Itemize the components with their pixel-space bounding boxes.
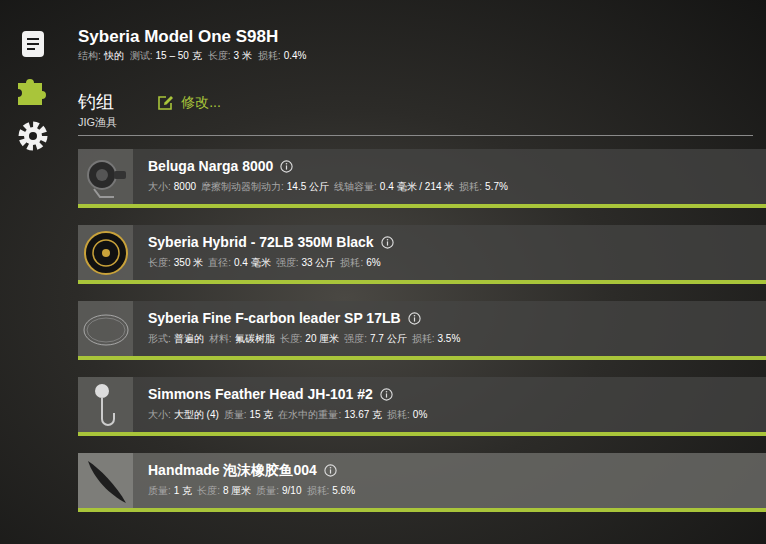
tackle-screen: Syberia Model One S98H 结构:快的测试:15 – 50 克… — [0, 0, 766, 544]
puzzle-icon — [16, 73, 50, 107]
sidebar-item[interactable] — [15, 72, 51, 108]
rig-subtitle: JIG渔具 — [78, 115, 117, 129]
sidebar-item[interactable] — [15, 26, 51, 62]
sidebar — [0, 0, 66, 544]
condition-bar — [78, 204, 766, 208]
reel-icon — [80, 151, 132, 203]
thumbnail — [78, 377, 133, 432]
rig-title: 钓组 — [78, 91, 117, 113]
leader-icon — [80, 303, 132, 355]
info-icon[interactable] — [380, 388, 393, 401]
info-icon[interactable] — [381, 236, 394, 249]
jig-head-icon — [80, 379, 132, 431]
rig-header: 钓组 JIG渔具 修改... — [78, 91, 753, 136]
spec: 测试:15 – 50 克 — [130, 49, 202, 63]
info-icon[interactable] — [280, 160, 293, 173]
spec: 损耗:0.4% — [258, 49, 307, 63]
condition-bar — [78, 356, 766, 360]
tackle-name: Syberia Hybrid - 72LB 350M Black — [148, 233, 374, 251]
tackle-specs: 形式:普遍的材料:氟碳树脂长度:20 厘米强度:7.7 公斤损耗:3.5% — [148, 332, 460, 345]
tackle-card[interactable]: Syberia Hybrid - 72LB 350M Black 长度:350 … — [78, 225, 766, 284]
rod-specs: 结构:快的测试:15 – 50 克长度:3 米损耗:0.4% — [78, 49, 766, 63]
edit-icon — [157, 95, 175, 111]
spec: 长度:3 米 — [208, 49, 252, 63]
tackle-card[interactable]: Syberia Fine F-carbon leader SP 17LB 形式:… — [78, 301, 766, 360]
edit-button[interactable]: 修改... — [157, 94, 221, 112]
tackle-name: Syberia Fine F-carbon leader SP 17LB — [148, 309, 401, 327]
tackle-specs: 长度:350 米直径:0.4 毫米强度:33 公斤损耗:6% — [148, 256, 394, 269]
tackle-card[interactable]: Handmade 泡沫橡胶鱼004 质量:1 克长度:8 厘米质量:9/10损耗… — [78, 453, 766, 512]
tackle-specs: 大小:8000摩擦制动器制动力:14.5 公斤线轴容量:0.4 毫米 / 214… — [148, 180, 508, 193]
lure-icon — [80, 455, 132, 507]
spec: 结构:快的 — [78, 49, 124, 63]
thumbnail — [78, 149, 133, 204]
tackle-name: Simmons Feather Head JH-101 #2 — [148, 385, 373, 403]
tackle-name: Handmade 泡沫橡胶鱼004 — [148, 461, 317, 479]
sidebar-item[interactable] — [15, 118, 51, 154]
info-icon[interactable] — [408, 312, 421, 325]
main-panel: Syberia Model One S98H 结构:快的测试:15 – 50 克… — [66, 0, 766, 544]
tackle-name: Beluga Narga 8000 — [148, 157, 273, 175]
thumbnail — [78, 225, 133, 280]
condition-bar — [78, 432, 766, 436]
gear-icon — [17, 120, 49, 152]
thumbnail — [78, 453, 133, 508]
document-icon — [18, 29, 48, 59]
condition-bar — [78, 508, 766, 512]
rod-header: Syberia Model One S98H 结构:快的测试:15 – 50 克… — [78, 26, 766, 63]
tackle-list: Beluga Narga 8000 大小:8000摩擦制动器制动力:14.5 公… — [78, 149, 766, 512]
tackle-specs: 大小:大型的 (4)质量:15 克在水中的重量:13.67 克损耗:0% — [148, 408, 427, 421]
tackle-card[interactable]: Beluga Narga 8000 大小:8000摩擦制动器制动力:14.5 公… — [78, 149, 766, 208]
info-icon[interactable] — [324, 464, 337, 477]
tackle-card[interactable]: Simmons Feather Head JH-101 #2 大小:大型的 (4… — [78, 377, 766, 436]
rod-title: Syberia Model One S98H — [78, 26, 766, 48]
tackle-specs: 质量:1 克长度:8 厘米质量:9/10损耗:5.6% — [148, 484, 355, 497]
thumbnail — [78, 301, 133, 356]
line-spool-icon — [80, 227, 132, 279]
condition-bar — [78, 280, 766, 284]
